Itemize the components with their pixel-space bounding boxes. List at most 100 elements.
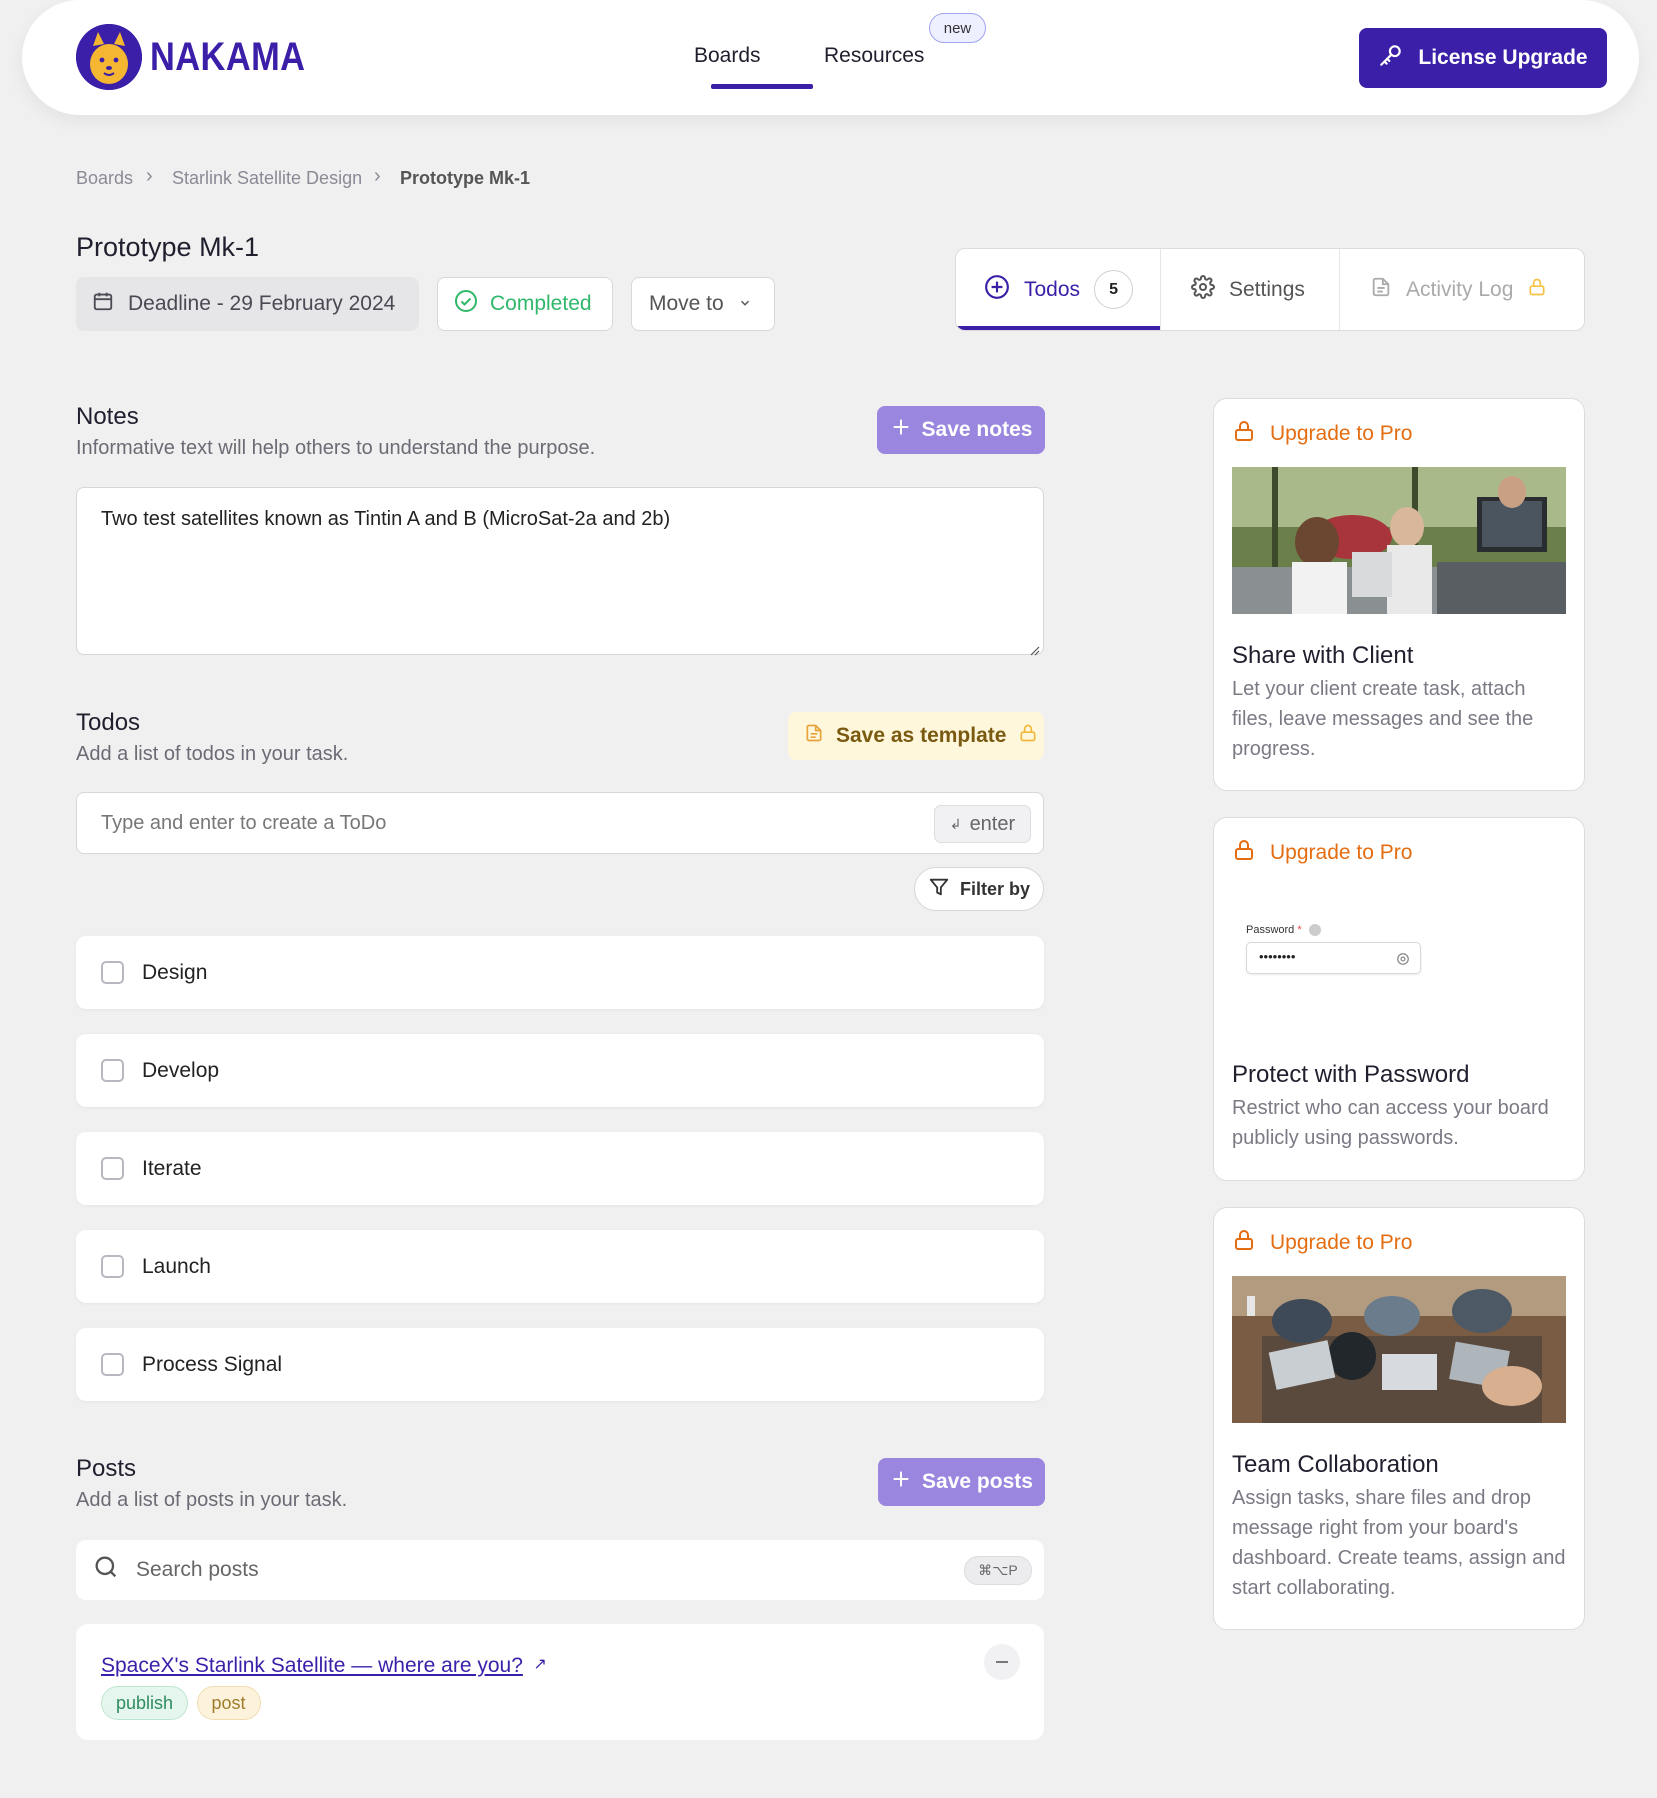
tab-settings-label: Settings — [1229, 277, 1305, 301]
todo-label: Launch — [142, 1254, 211, 1278]
todo-label: Iterate — [142, 1156, 202, 1180]
return-icon: ↲ — [949, 815, 962, 832]
upgrade-to-pro-link[interactable]: Upgrade to Pro — [1270, 422, 1412, 446]
lock-icon — [1018, 722, 1038, 750]
save-notes-label: Save notes — [921, 418, 1033, 441]
office-team-image — [1232, 467, 1566, 614]
resize-handle-icon[interactable] — [1028, 639, 1040, 656]
external-link-icon[interactable]: ↗ — [533, 1656, 546, 1673]
status-label: Completed — [490, 292, 592, 315]
breadcrumb-current: Prototype Mk-1 — [400, 168, 531, 188]
upgrade-to-pro-link[interactable]: Upgrade to Pro — [1270, 1231, 1412, 1255]
todos-count-badge: 5 — [1094, 270, 1134, 309]
license-upgrade-label: License Upgrade — [1418, 46, 1588, 69]
notes-title: Notes — [76, 403, 139, 430]
post-link[interactable]: SpaceX's Starlink Satellite — where are … — [101, 1654, 523, 1677]
tab-todos-label: Todos — [1024, 277, 1081, 301]
enter-key-label: enter — [969, 812, 1016, 835]
search-shortcut: ⌘⌥P — [964, 1556, 1032, 1585]
chevron-right-icon: › — [374, 165, 381, 187]
task-tabs: Todos 5 Settings Activity Log — [955, 248, 1585, 331]
todo-label: Design — [142, 960, 208, 984]
todo-checkbox[interactable] — [101, 961, 124, 984]
license-upgrade-button[interactable]: License Upgrade — [1359, 28, 1607, 88]
save-notes-button[interactable]: Save notes — [877, 406, 1045, 454]
gear-icon — [1191, 274, 1215, 305]
move-to-dropdown[interactable]: Move to — [631, 277, 775, 331]
notes-text: Two test satellites known as Tintin A an… — [101, 508, 671, 530]
promo-text: Restrict who can access your board publi… — [1232, 1097, 1549, 1149]
promo-title: Share with Client — [1232, 642, 1414, 669]
lock-icon — [1527, 276, 1547, 304]
deadline-button[interactable]: Deadline - 29 February 2024 — [76, 277, 419, 331]
search-posts-input[interactable]: Search posts ⌘⌥P — [76, 1540, 1044, 1600]
todo-checkbox[interactable] — [101, 1353, 124, 1376]
tab-todos[interactable]: Todos 5 — [956, 249, 1161, 330]
status-button[interactable]: Completed — [437, 277, 613, 331]
save-as-template-button[interactable]: Save as template — [788, 712, 1044, 760]
todo-label: Develop — [142, 1058, 220, 1082]
tag-post: post — [196, 1686, 261, 1720]
key-icon — [1378, 42, 1404, 74]
breadcrumb-boards[interactable]: Boards — [76, 168, 133, 189]
page-title: Prototype Mk-1 — [76, 232, 260, 262]
tab-settings[interactable]: Settings — [1161, 249, 1340, 330]
upgrade-to-pro-link[interactable]: Upgrade to Pro — [1270, 841, 1412, 865]
plus-icon — [890, 416, 912, 444]
password-field-preview: Password * •••••••• — [1232, 886, 1566, 1033]
todo-checkbox[interactable] — [101, 1255, 124, 1278]
todos-title: Todos — [76, 709, 141, 736]
lock-icon — [1232, 1227, 1256, 1259]
calendar-icon — [92, 290, 114, 318]
todo-item[interactable]: Iterate — [76, 1132, 1044, 1205]
todos-subtitle: Add a list of todos in your task. — [76, 743, 349, 765]
remove-post-button[interactable] — [984, 1644, 1020, 1680]
save-posts-button[interactable]: Save posts — [878, 1458, 1045, 1506]
todo-input-placeholder: Type and enter to create a ToDo — [101, 811, 387, 834]
tab-activity-label: Activity Log — [1406, 277, 1514, 301]
lock-icon — [1232, 418, 1256, 450]
todo-item[interactable]: Design — [76, 936, 1044, 1009]
notes-textarea[interactable]: Two test satellites known as Tintin A an… — [76, 487, 1044, 656]
lock-icon — [1232, 837, 1256, 869]
filter-button[interactable]: Filter by — [914, 867, 1044, 911]
tab-activity-log[interactable]: Activity Log — [1340, 249, 1584, 330]
nav-active-indicator — [711, 84, 813, 89]
promo-card-password: Upgrade to Pro Password * •••••••• Prote… — [1213, 817, 1585, 1181]
todo-item[interactable]: Launch — [76, 1230, 1044, 1303]
check-circle-icon — [454, 289, 478, 319]
plus-circle-icon — [984, 274, 1010, 306]
dog-logo-icon — [76, 24, 142, 90]
todo-item[interactable]: Process Signal — [76, 1328, 1044, 1401]
team-working-image — [1232, 1276, 1566, 1423]
posts-subtitle: Add a list of posts in your task. — [76, 1489, 348, 1511]
plus-icon — [890, 1468, 912, 1496]
document-icon — [1370, 275, 1392, 305]
todo-input[interactable]: Type and enter to create a ToDo ↲ enter — [76, 792, 1044, 854]
breadcrumb-board[interactable]: Starlink Satellite Design — [172, 168, 362, 189]
posts-title: Posts — [76, 1455, 137, 1482]
top-header: NAKAMA Boards Resources new License Upgr… — [22, 0, 1639, 115]
nav-resources[interactable]: Resources — [824, 44, 924, 68]
notes-subtitle: Informative text will help others to und… — [76, 437, 596, 459]
filter-label: Filter by — [959, 878, 1030, 899]
promo-text: Let your client create task, attach file… — [1232, 678, 1534, 760]
promo-text: Assign tasks, share files and drop messa… — [1232, 1487, 1566, 1599]
tag-publish: publish — [101, 1686, 189, 1720]
logo[interactable]: NAKAMA — [76, 24, 331, 90]
search-placeholder: Search posts — [136, 1558, 259, 1581]
todo-checkbox[interactable] — [101, 1157, 124, 1180]
todo-checkbox[interactable] — [101, 1059, 124, 1082]
promo-title: Protect with Password — [1232, 1061, 1470, 1088]
filter-icon — [928, 876, 950, 903]
post-item: SpaceX's Starlink Satellite — where are … — [76, 1624, 1044, 1740]
nav-boards[interactable]: Boards — [694, 44, 761, 68]
save-as-template-label: Save as template — [836, 724, 1007, 747]
save-posts-label: Save posts — [922, 1470, 1033, 1493]
new-badge: new — [929, 13, 986, 43]
logo-wordmark: NAKAMA — [150, 34, 306, 79]
promo-card-collaboration: Upgrade to Pro Team Collaboration Assign… — [1213, 1207, 1585, 1630]
todo-item[interactable]: Develop — [76, 1034, 1044, 1107]
chevron-down-icon — [738, 292, 752, 316]
password-preview-value: •••••••• — [1259, 949, 1296, 964]
